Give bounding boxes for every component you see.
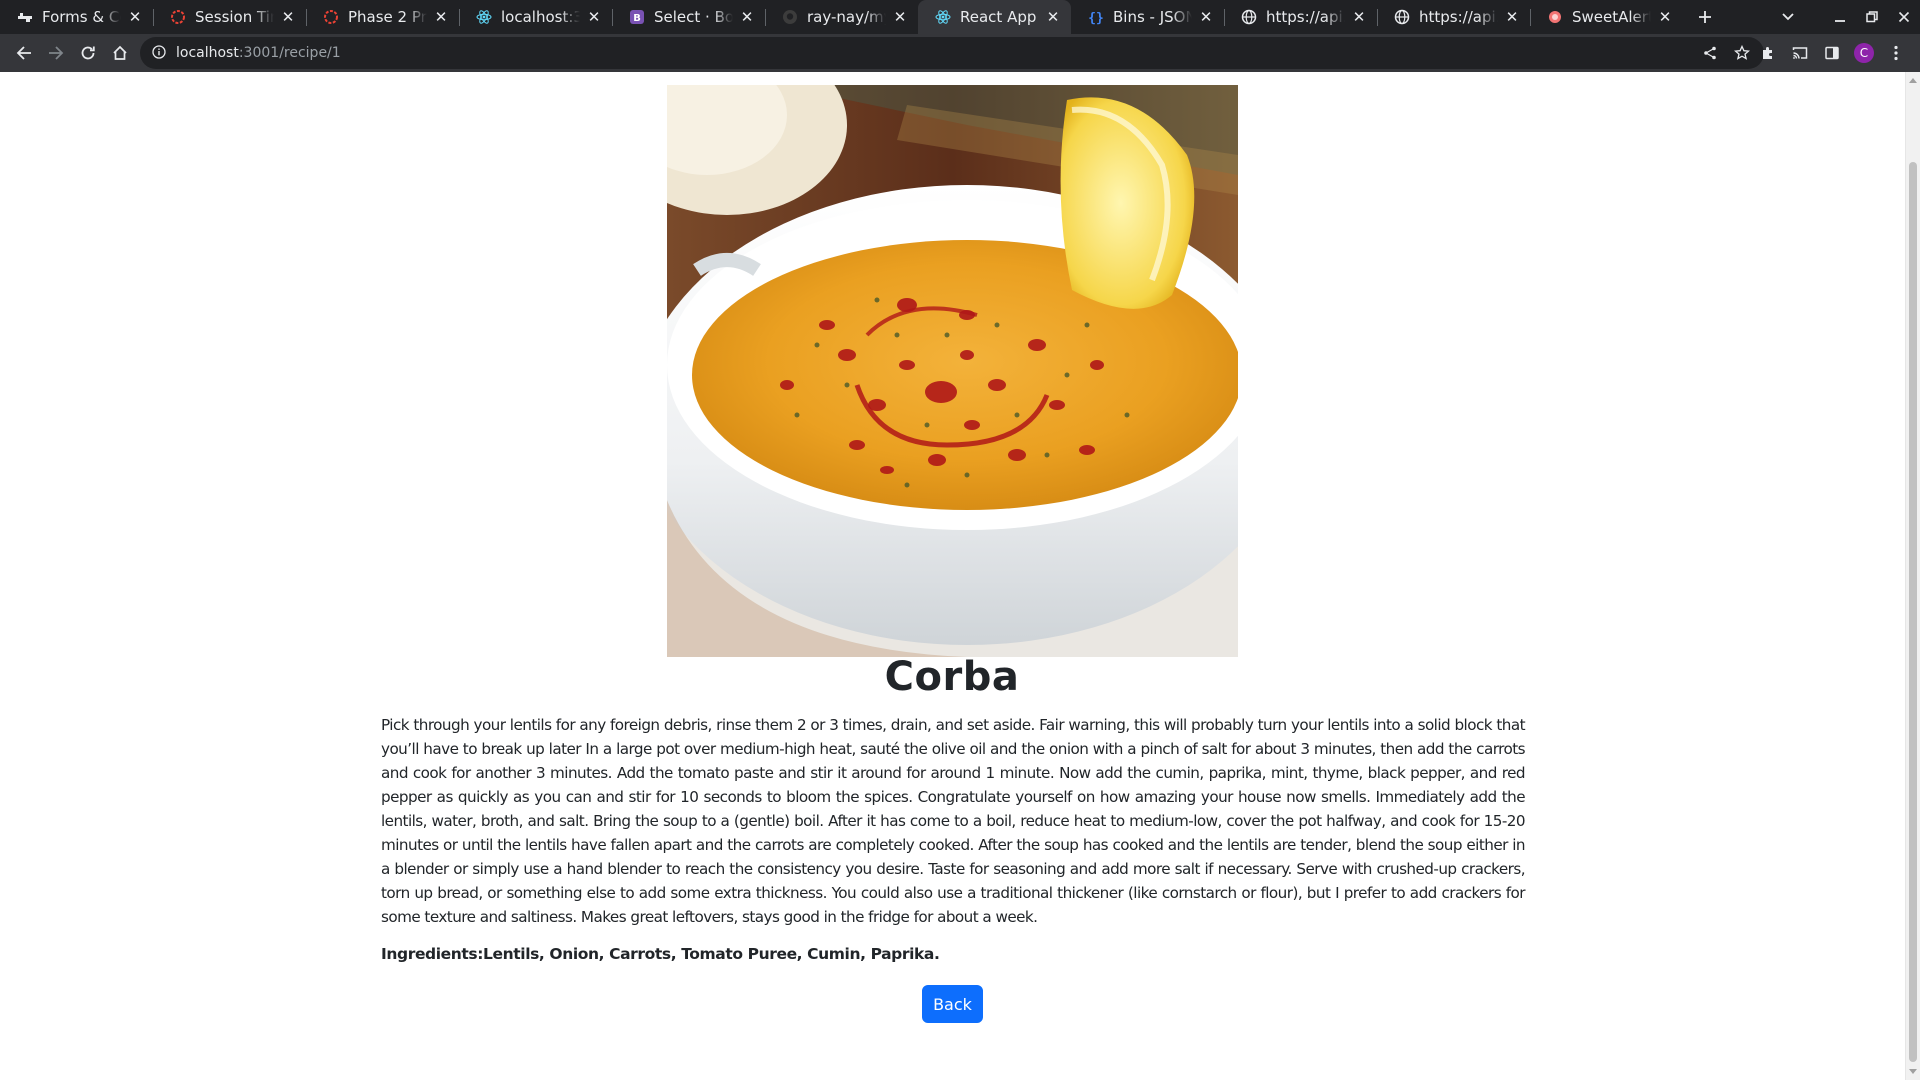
tab-title: Bins - JSONBin — [1113, 8, 1192, 26]
svg-text:{}: {} — [1088, 11, 1104, 25]
url-path: :3001/recipe/1 — [238, 45, 341, 61]
tab-title: https://api.json — [1419, 8, 1498, 26]
close-icon[interactable]: ✕ — [1198, 8, 1214, 26]
arrow-right-icon — [49, 46, 64, 60]
info-icon[interactable] — [152, 44, 166, 63]
home-icon — [113, 45, 127, 60]
recipe-ingredients: Ingredients:Lentils, Onion, Carrots, Tom… — [381, 945, 940, 963]
sweetalert-icon — [1547, 9, 1563, 25]
chevron-down-icon — [1782, 13, 1794, 21]
minimize-button[interactable] — [1824, 0, 1856, 34]
close-icon[interactable]: ✕ — [892, 8, 908, 26]
forward-nav-button[interactable] — [40, 37, 72, 69]
side-panel-icon — [1825, 46, 1839, 60]
browser-tab[interactable]: https://api.json ✕ — [1377, 0, 1530, 34]
browser-tab[interactable]: Phase 2 Project ✕ — [306, 0, 459, 34]
tab-title: https://api.json — [1266, 8, 1345, 26]
browser-tab[interactable]: {} Bins - JSONBin ✕ — [1071, 0, 1224, 34]
tab-title: Select · Bootstrap — [654, 8, 733, 26]
reload-icon — [81, 46, 95, 60]
profile-button[interactable]: C — [1848, 37, 1880, 69]
browser-tab-active[interactable]: React App ✕ — [918, 0, 1071, 34]
back-button[interactable]: Back — [922, 985, 983, 1023]
globe-icon — [1241, 9, 1257, 25]
react-icon — [935, 9, 951, 25]
browser-tab[interactable]: ray-nay/my-meal ✕ — [765, 0, 918, 34]
restore-button[interactable] — [1856, 0, 1888, 34]
svg-text:B: B — [633, 13, 641, 24]
browser-tab[interactable]: B Select · Bootstrap ✕ — [612, 0, 765, 34]
react-icon — [476, 9, 492, 25]
tab-title: Phase 2 Project — [348, 8, 427, 26]
url-text: localhost:3001/recipe/1 — [176, 45, 341, 61]
share-icon — [1704, 46, 1716, 60]
close-icon[interactable]: ✕ — [127, 8, 143, 26]
close-icon[interactable]: ✕ — [280, 8, 296, 26]
restore-icon — [1866, 11, 1878, 23]
close-icon[interactable]: ✕ — [1504, 8, 1520, 26]
tab-title: React App — [960, 8, 1037, 26]
tab-title: Forms & Controls — [42, 8, 121, 26]
plus-icon — [1699, 11, 1711, 23]
recipe-instructions: Pick through your lentils for any foreig… — [381, 716, 1526, 926]
back-nav-button[interactable] — [8, 37, 40, 69]
toolbar-right: C — [1752, 37, 1912, 69]
close-icon[interactable]: ✕ — [1351, 8, 1367, 26]
bootstrap-icon: B — [629, 9, 645, 25]
cast-icon — [1792, 47, 1808, 59]
recipe-title: Corba — [884, 654, 1020, 700]
avatar: C — [1854, 43, 1874, 63]
tab-title: SweetAlert2 — [1572, 8, 1651, 26]
new-tab-button[interactable] — [1685, 0, 1725, 34]
arrow-left-icon — [16, 46, 31, 60]
github-icon — [782, 9, 798, 25]
page-scrollbar[interactable] — [1905, 72, 1920, 1080]
browser-tab[interactable]: SweetAlert2 ✕ — [1530, 0, 1683, 34]
close-window-button[interactable] — [1888, 0, 1920, 34]
close-icon[interactable]: ✕ — [1045, 8, 1061, 26]
browser-tab-strip: Forms & Controls ✕ Session Timeout ✕ Pha… — [0, 0, 1920, 34]
scroll-up-arrow-icon[interactable] — [1909, 78, 1917, 83]
kebab-menu-icon — [1894, 45, 1898, 61]
url-host: localhost — [176, 45, 239, 61]
browser-toolbar: localhost:3001/recipe/1 C — [0, 34, 1920, 72]
browser-tab[interactable]: localhost:3000 ✕ — [459, 0, 612, 34]
address-bar[interactable]: localhost:3001/recipe/1 — [140, 37, 1764, 69]
browser-tab[interactable]: Forms & Controls ✕ — [0, 0, 153, 34]
scroll-down-arrow-icon[interactable] — [1909, 1069, 1917, 1074]
recipe-image — [667, 85, 1238, 657]
globe-icon — [1394, 9, 1410, 25]
star-icon — [1734, 45, 1750, 60]
tab-search-button[interactable] — [1772, 0, 1804, 34]
bootstrap-doc-icon — [17, 9, 33, 25]
braces-icon: {} — [1088, 9, 1104, 25]
close-icon[interactable]: ✕ — [433, 8, 449, 26]
red-ring-icon — [170, 9, 186, 25]
menu-button[interactable] — [1880, 37, 1912, 69]
extensions-button[interactable] — [1752, 37, 1784, 69]
tab-title: Session Timeout — [195, 8, 274, 26]
side-panel-button[interactable] — [1816, 37, 1848, 69]
puzzle-icon — [1763, 47, 1772, 59]
red-ring-icon — [323, 9, 339, 25]
tab-title: localhost:3000 — [501, 8, 580, 26]
minimize-icon — [1835, 20, 1845, 22]
browser-tab[interactable]: Session Timeout ✕ — [153, 0, 306, 34]
close-icon[interactable]: ✕ — [739, 8, 755, 26]
cast-button[interactable] — [1784, 37, 1816, 69]
tab-title: ray-nay/my-meal — [807, 8, 886, 26]
page-viewport: Corba Pick through your lentils for any … — [0, 72, 1905, 1080]
reload-button[interactable] — [72, 37, 104, 69]
window-controls — [1772, 0, 1920, 34]
share-button[interactable] — [1694, 37, 1726, 69]
close-icon — [1898, 11, 1910, 23]
home-button[interactable] — [104, 37, 136, 69]
browser-tab[interactable]: https://api.json ✕ — [1224, 0, 1377, 34]
close-icon[interactable]: ✕ — [1657, 8, 1673, 26]
scroll-thumb[interactable] — [1909, 162, 1917, 1062]
close-icon[interactable]: ✕ — [586, 8, 602, 26]
